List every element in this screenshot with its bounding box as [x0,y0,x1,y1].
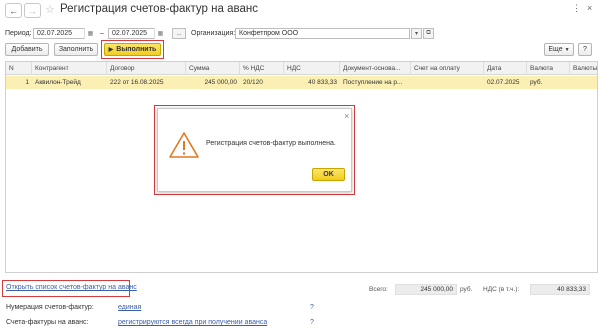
play-icon: ▶ [108,47,114,53]
more-menu-icon[interactable]: ⋮ [572,3,581,14]
add-button[interactable]: Добавить [5,43,49,56]
cell-number: 1 [25,79,29,86]
header-base-document[interactable]: Документ-основа... [340,62,411,75]
table-header: N Контрагент Договор Сумма % НДС НДС Док… [6,62,597,75]
warning-icon [169,132,199,158]
numbering-link[interactable]: единая [118,304,141,311]
chevron-down-icon: ▼ [564,46,570,53]
help-button[interactable]: ? [578,43,592,56]
header-vat[interactable]: НДС [284,62,340,75]
numbering-label: Нумерация счетов-фактур: [6,304,94,311]
period-select-button[interactable]: ... [172,28,186,39]
cell-currency: руб. [530,79,543,86]
title-bar: ← → ☆ Регистрация счетов-фактур на аванс… [0,0,600,22]
cell-vat-rate: 20/120 [243,79,263,86]
open-invoices-list-link[interactable]: Открыть список счетов-фактур на аванс [6,284,137,291]
cell-date: 02.07.2025 [487,79,520,86]
header-date[interactable]: Дата [484,62,527,75]
organization-field[interactable]: Конфетпром ООО [235,28,410,39]
run-button-label: Выполнить [116,46,157,53]
forward-arrow-icon[interactable]: → [24,3,41,18]
more-button[interactable]: Еще ▼ [544,43,574,56]
cell-amount: 245 000,00 [204,79,237,86]
favorite-star-icon[interactable]: ☆ [45,3,55,16]
vat-total-label: НДС (в т.ч.): [483,286,520,293]
cell-counterparty: Аквилон-Трейд [35,79,81,86]
header-vat-rate[interactable]: % НДС [240,62,284,75]
date-from-value: 02.07.2025 [37,30,73,37]
calendar-to-icon[interactable]: ▦ [154,28,166,39]
cell-currencies [570,76,597,89]
message-dialog: × Регистрация счетов-фактур выполнена. O… [157,108,352,192]
date-to-value: 02.07.2025 [112,30,148,37]
page-title: Регистрация счетов-фактур на аванс [60,3,258,15]
period-label: Период: [5,30,32,37]
calendar-from-icon[interactable]: ▦ [84,28,96,39]
total-label: Всего: [369,286,388,293]
header-payment-invoice[interactable]: Счет на оплату [411,62,484,75]
back-arrow-icon[interactable]: ← [5,3,22,18]
cell-vat: 40 833,33 [308,79,337,86]
cell-base-document: Поступление на р... [343,79,403,86]
header-currency[interactable]: Валюта [527,62,570,75]
registration-link[interactable]: регистрируются всегда при получении аван… [118,319,267,326]
more-button-label: Еще [548,46,563,53]
fill-button[interactable]: Заполнить [54,43,98,56]
header-counterparty[interactable]: Контрагент [32,62,107,75]
organization-dropdown-icon[interactable]: ▾ [411,28,422,39]
dialog-close-icon[interactable]: × [344,111,349,121]
dialog-message: Регистрация счетов-фактур выполнена. [206,140,336,147]
ok-button[interactable]: OK [312,168,345,181]
registration-help-icon[interactable]: ? [310,319,314,326]
header-contract[interactable]: Договор [107,62,186,75]
header-amount[interactable]: Сумма [186,62,240,75]
numbering-help-icon[interactable]: ? [310,304,314,311]
vat-total-value: 40 833,33 [530,284,590,295]
run-button[interactable]: ▶ Выполнить [104,43,161,56]
close-icon[interactable]: × [587,3,592,13]
period-dash: – [100,30,104,37]
cell-contract: 222 от 16.08.2025 [110,79,164,86]
table-row[interactable]: 1 Аквилон-Трейд 222 от 16.08.2025 245 00… [6,76,597,89]
header-number[interactable]: N [6,62,32,75]
organization-value: Конфетпром ООО [239,30,299,37]
registration-label: Счета-фактуры на аванс: [6,319,89,326]
total-currency: руб. [460,286,473,293]
organization-label: Организация: [191,30,236,37]
organization-open-icon[interactable]: ⧉ [423,28,434,39]
header-currencies[interactable]: Валюты [570,62,597,75]
cell-payment-invoice [411,76,484,89]
total-value: 245 000,00 [395,284,457,295]
